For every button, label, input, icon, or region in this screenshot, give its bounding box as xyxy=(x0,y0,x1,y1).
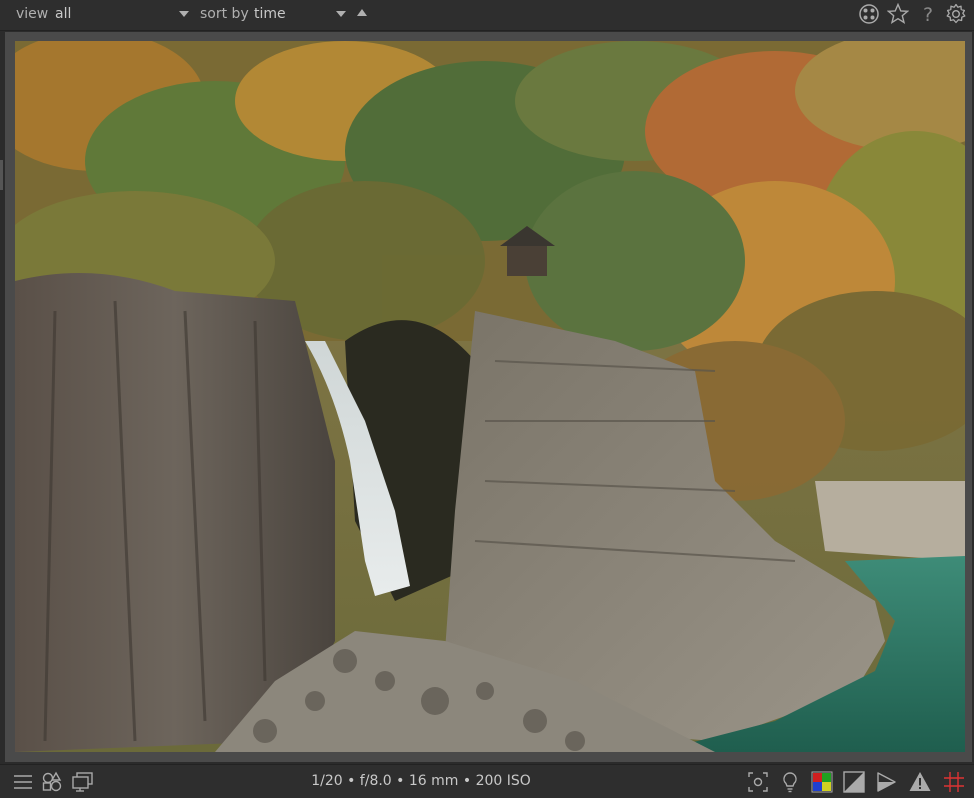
focus-peaking-icon[interactable] xyxy=(746,770,770,794)
gear-icon[interactable] xyxy=(945,3,967,25)
star-icon[interactable] xyxy=(887,3,909,25)
photo-preview[interactable] xyxy=(15,41,965,752)
sort-value: time xyxy=(254,6,286,22)
bottom-toolbar: 1/20 • f/8.0 • 16 mm • 200 ISO xyxy=(0,764,974,798)
top-toolbar: view all sort by time ? xyxy=(0,0,974,31)
chevron-down-icon xyxy=(179,11,189,17)
gamut-warning-icon[interactable] xyxy=(908,770,932,794)
chevron-down-icon xyxy=(336,11,346,17)
view-value: all xyxy=(55,6,72,22)
lightbulb-icon[interactable] xyxy=(778,770,802,794)
sort-label: sort by xyxy=(200,6,249,22)
sort-direction-icon[interactable] xyxy=(357,9,367,16)
exif-info: 1/20 • f/8.0 • 16 mm • 200 ISO xyxy=(311,773,531,789)
view-label: view xyxy=(16,6,49,22)
presets-icon[interactable] xyxy=(858,3,880,25)
guides-icon[interactable] xyxy=(942,770,966,794)
sort-dropdown[interactable]: time xyxy=(252,0,350,30)
help-icon[interactable]: ? xyxy=(917,3,939,25)
left-panel-collapse-handle[interactable] xyxy=(0,160,3,190)
color-assessment-icon[interactable] xyxy=(810,770,834,794)
waterfall-photo xyxy=(15,41,965,752)
view-dropdown[interactable]: all xyxy=(52,0,192,30)
image-frame xyxy=(5,32,972,762)
svg-text:?: ? xyxy=(923,4,933,25)
raw-overexposed-icon[interactable] xyxy=(842,770,866,794)
soft-proof-icon[interactable] xyxy=(874,770,898,794)
